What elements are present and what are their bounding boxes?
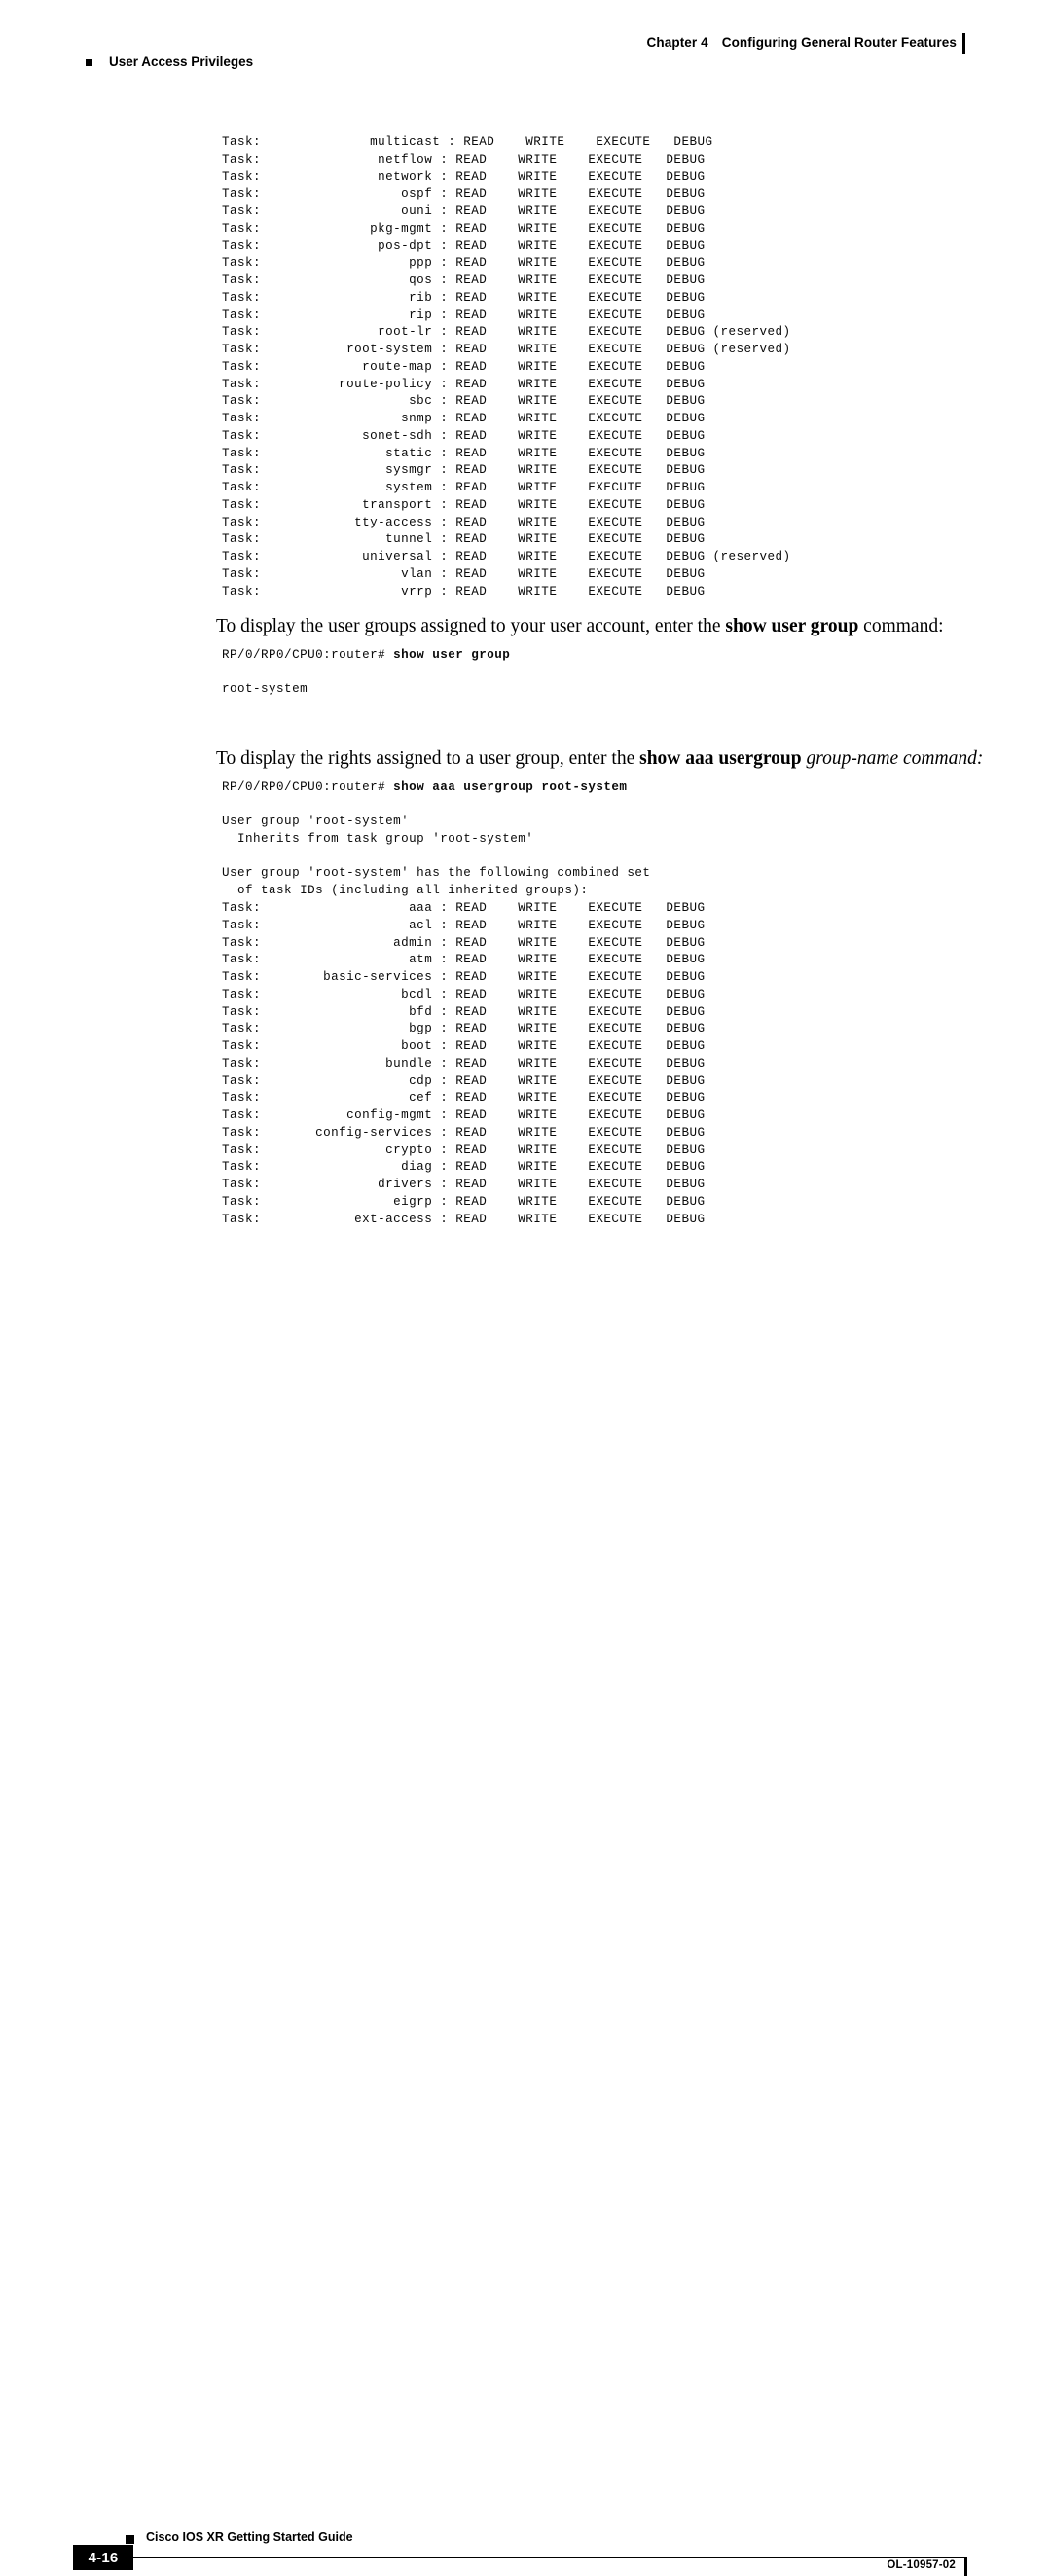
footer-document-id: OL-10957-02: [887, 2559, 956, 2571]
cli-output-usergroup-header: User group 'root-system' Inherits from t…: [222, 815, 651, 897]
header-section-title: User Access Privileges: [109, 54, 254, 69]
footer-rule: [91, 2557, 964, 2558]
cli-output-show-user-group: root-system: [222, 682, 308, 696]
paragraph-lead-text: To display the rights assigned to a user…: [216, 748, 640, 769]
cli-output-task-list-top: Task: multicast : READ WRITE EXECUTE DEB…: [222, 135, 791, 599]
cli-command: show aaa usergroup root-system: [393, 780, 628, 794]
paragraph-show-user-group: To display the user groups assigned to y…: [216, 615, 995, 638]
cli-output-task-list-bottom: Task: aaa : READ WRITE EXECUTE DEBUG Tas…: [222, 901, 706, 1226]
cli-prompt-line-show-aaa-usergroup: RP/0/RP0/CPU0:router# show aaa usergroup…: [222, 780, 627, 797]
cli-prompt: RP/0/RP0/CPU0:router#: [222, 648, 394, 662]
paragraph-tail-text: command:: [898, 748, 984, 769]
footer-edge-tick: [964, 2557, 967, 2576]
footer-bullet-square-icon: [126, 2535, 134, 2544]
paragraph-lead-text: To display the user groups assigned to y…: [216, 616, 726, 636]
header-edge-tick: [962, 33, 965, 54]
inline-command-show-user-group: show user group: [725, 616, 859, 636]
cli-prompt: RP/0/RP0/CPU0:router#: [222, 780, 394, 794]
inline-command-show-aaa-usergroup: show aaa usergroup: [639, 748, 802, 769]
page-footer: Cisco IOS XR Getting Started Guide 4-16 …: [0, 1252, 1051, 2576]
page-header: Chapter 4 Configuring General Router Feat…: [0, 0, 1051, 88]
cli-command: show user group: [393, 648, 511, 662]
header-bullet-square-icon: [86, 59, 92, 66]
footer-page-number: 4-16: [73, 2545, 133, 2570]
footer-guide-title: Cisco IOS XR Getting Started Guide: [146, 2530, 353, 2544]
inline-argument-group-name: group-name: [806, 748, 899, 769]
paragraph-show-aaa-usergroup: To display the rights assigned to a user…: [216, 747, 995, 771]
header-chapter-line: Chapter 4 Configuring General Router Feat…: [647, 35, 957, 50]
cli-prompt-line-show-user-group: RP/0/RP0/CPU0:router# show user group: [222, 647, 510, 665]
paragraph-tail-text: command:: [858, 616, 944, 636]
header-chapter-title: Configuring General Router Features: [721, 35, 957, 50]
header-chapter-label: Chapter 4: [646, 35, 708, 50]
